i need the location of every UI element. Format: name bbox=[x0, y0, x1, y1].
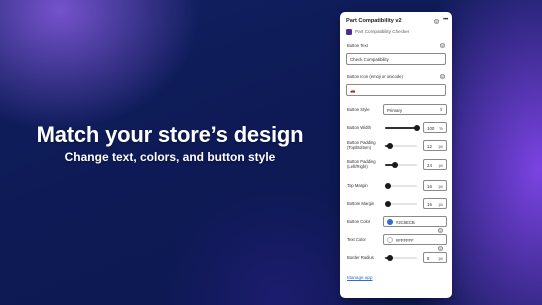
database-icon[interactable] bbox=[434, 19, 439, 24]
label-line: (Left/Right) bbox=[347, 164, 368, 169]
button-padding-lr-value: 24 bbox=[427, 162, 432, 168]
bottom-margin-label: Bottom Margin bbox=[347, 201, 375, 206]
text-color-label: Text Color bbox=[347, 237, 366, 242]
button-padding-tb-value: 12 bbox=[427, 143, 432, 149]
button-width-input[interactable]: 100 % bbox=[423, 122, 447, 133]
button-color-value: #2C6ECB bbox=[396, 219, 415, 225]
label-line: (Top/Bottom) bbox=[347, 145, 371, 150]
border-radius-unit: px bbox=[438, 255, 443, 261]
hero-title: Match your store’s design bbox=[36, 122, 304, 147]
border-radius-input[interactable]: 8 px bbox=[423, 252, 447, 263]
app-name: Part Compatibility Checker bbox=[355, 29, 410, 34]
top-margin-input[interactable]: 16 px bbox=[423, 180, 447, 191]
panel-title: Part Compatibility v2 bbox=[346, 18, 402, 24]
button-style-label: Button Style bbox=[347, 107, 370, 112]
button-width-value: 100 bbox=[427, 125, 435, 131]
slider-fill bbox=[385, 127, 417, 129]
database-icon[interactable] bbox=[440, 43, 445, 48]
button-text-label: Button Text bbox=[347, 43, 368, 48]
slider-thumb[interactable] bbox=[386, 143, 393, 149]
bottom-margin-value: 16 bbox=[427, 201, 432, 207]
button-padding-tb-slider[interactable] bbox=[385, 143, 417, 149]
button-color-picker[interactable]: #2C6ECB bbox=[383, 216, 447, 233]
more-horizontal-icon[interactable]: ••• bbox=[443, 17, 448, 23]
manage-app-link[interactable]: Manage app bbox=[347, 275, 373, 280]
button-padding-tb-label: Button Padding (Top/Bottom) bbox=[347, 140, 376, 150]
slider-thumb[interactable] bbox=[414, 125, 420, 131]
color-swatch[interactable] bbox=[387, 237, 393, 243]
top-margin-value: 16 bbox=[427, 183, 432, 189]
button-padding-lr-slider[interactable] bbox=[385, 162, 417, 168]
app-logo-icon bbox=[346, 29, 352, 35]
bottom-margin-unit: px bbox=[438, 201, 443, 207]
button-padding-lr-label: Button Padding (Left/Right) bbox=[347, 159, 376, 169]
button-style-value: Primary bbox=[387, 107, 403, 113]
button-padding-lr-unit: px bbox=[438, 162, 443, 168]
top-margin-label: Top Margin bbox=[347, 183, 368, 188]
button-width-unit: % bbox=[439, 125, 443, 131]
slider-thumb[interactable] bbox=[386, 255, 393, 261]
border-radius-label: Border Radius bbox=[347, 255, 374, 260]
button-icon-label: Button Icon (emoji or unicode) bbox=[347, 74, 403, 79]
border-radius-slider[interactable] bbox=[385, 255, 417, 261]
button-padding-tb-unit: px bbox=[438, 143, 443, 149]
slider-thumb[interactable] bbox=[391, 162, 398, 168]
text-color-value: #FFFFFF bbox=[396, 237, 414, 243]
color-swatch[interactable] bbox=[387, 219, 393, 225]
bottom-margin-input[interactable]: 16 px bbox=[423, 198, 447, 209]
database-icon[interactable] bbox=[440, 74, 445, 79]
button-icon-input[interactable]: 🚗 bbox=[346, 84, 446, 96]
hero-subtitle: Change text, colors, and button style bbox=[64, 150, 276, 164]
button-text-input[interactable]: Check Compatibility bbox=[346, 53, 446, 65]
button-color-label: Button Color bbox=[347, 219, 371, 224]
panel-header: Part Compatibility v2 ••• bbox=[346, 17, 448, 28]
border-radius-value: 8 bbox=[427, 255, 430, 261]
button-padding-lr-input[interactable]: 24 px bbox=[423, 159, 447, 170]
chevron-updown-icon: ⇕ bbox=[439, 107, 443, 112]
top-margin-slider[interactable] bbox=[385, 183, 417, 189]
text-color-picker[interactable]: #FFFFFF bbox=[383, 234, 447, 251]
top-margin-unit: px bbox=[438, 183, 443, 189]
bottom-margin-slider[interactable] bbox=[385, 201, 417, 207]
button-width-slider[interactable] bbox=[385, 125, 420, 131]
button-padding-tb-input[interactable]: 12 px bbox=[423, 140, 447, 151]
button-style-select[interactable]: Primary ⇕ bbox=[383, 104, 447, 115]
button-width-label: Button Width bbox=[347, 125, 371, 130]
